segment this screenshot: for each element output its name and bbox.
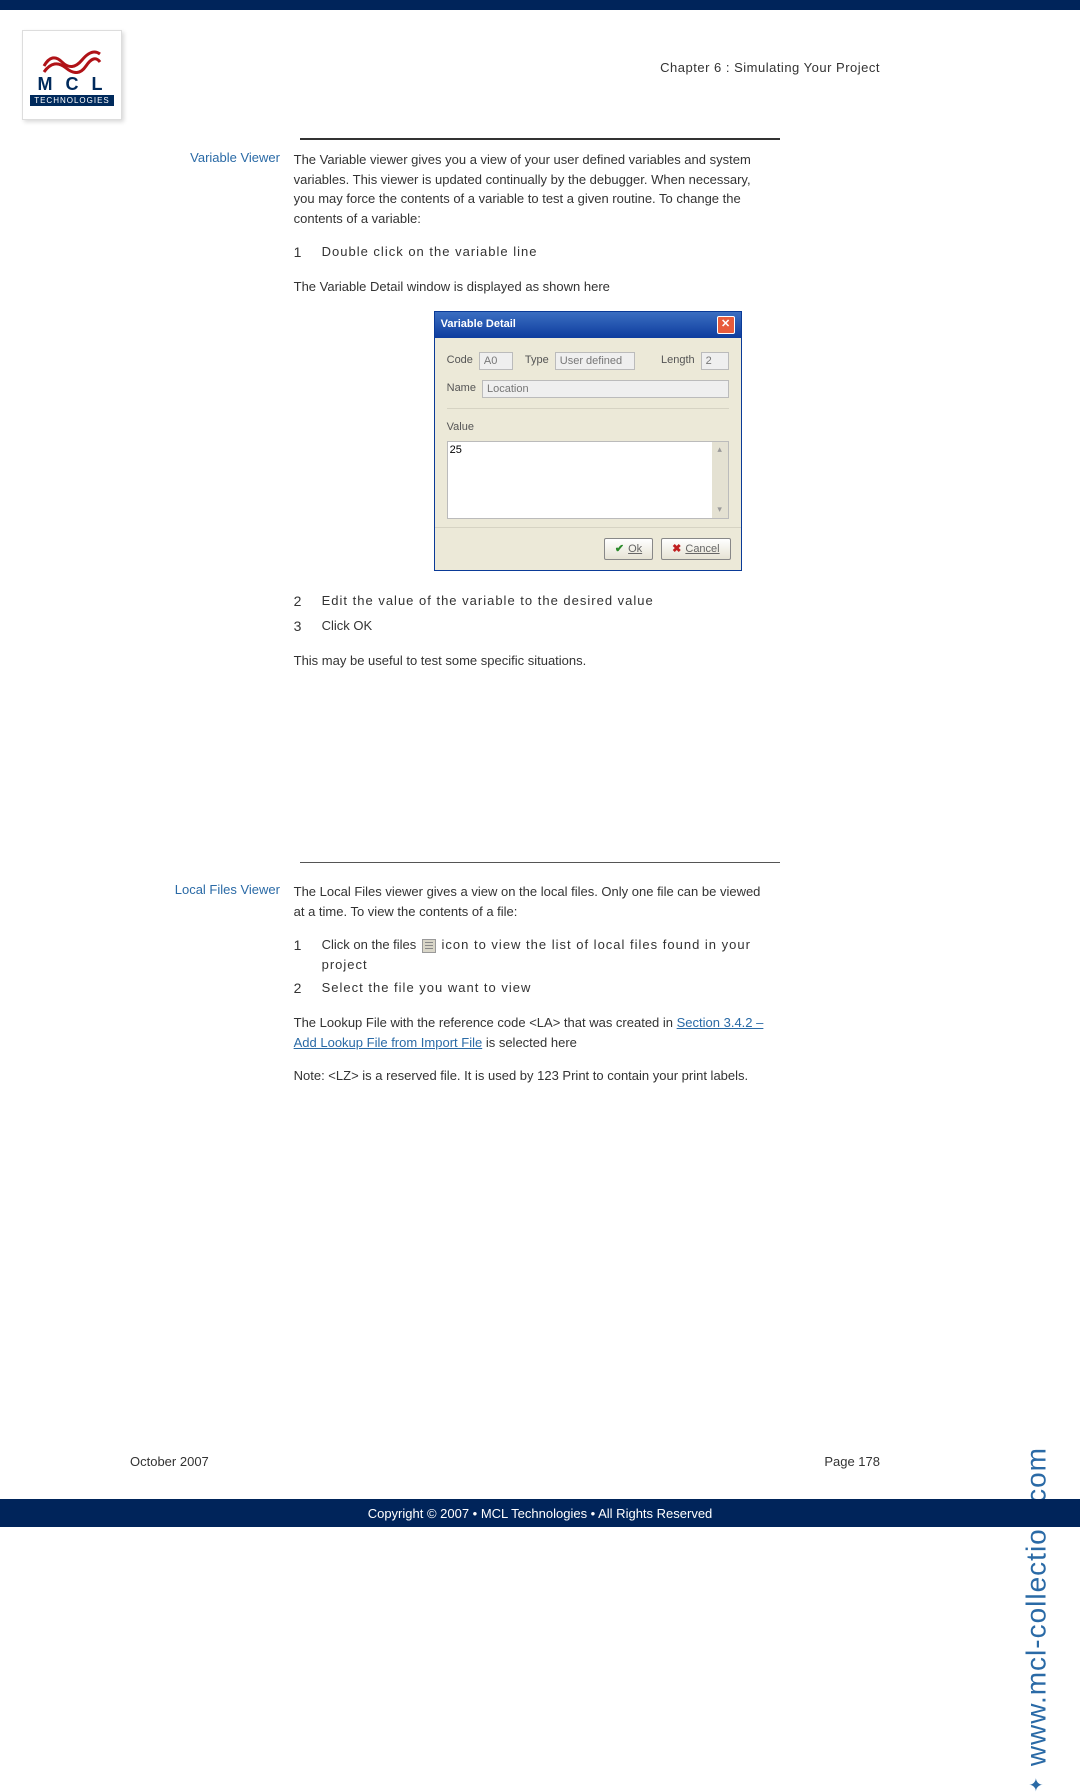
scroll-down-icon[interactable]: ▾ <box>712 502 728 518</box>
lfv-lookup-pre: The Lookup File with the reference code … <box>294 1015 677 1030</box>
dlg-name-input[interactable] <box>482 380 729 398</box>
close-icon[interactable]: ✕ <box>717 316 735 334</box>
dlg-value-textarea[interactable]: 25 <box>448 442 712 512</box>
section-local-files-viewer: Local Files Viewer The Local Files viewe… <box>130 882 780 1100</box>
lfv-step1: Click on the files icon to view the list… <box>322 935 764 974</box>
dlg-code-input[interactable] <box>479 352 513 370</box>
logo-text-main: M C L <box>38 74 107 95</box>
lfv-note: Note: <LZ> is a reserved file. It is use… <box>294 1066 764 1086</box>
lfv-lookup-post: is selected here <box>486 1035 577 1050</box>
footer-date: October 2007 <box>130 1454 209 1469</box>
check-icon: ✔ <box>615 541 624 558</box>
vv-closing: This may be useful to test some specific… <box>294 651 764 671</box>
lfv-step2: Select the file you want to view <box>322 978 764 999</box>
top-bar <box>0 0 1080 10</box>
lfv-intro: The Local Files viewer gives a view on t… <box>294 882 764 921</box>
logo-waves-icon <box>42 44 102 74</box>
scroll-up-icon[interactable]: ▴ <box>712 442 728 458</box>
logo-text-sub: TECHNOLOGIES <box>30 95 114 106</box>
bullet-icon: ✦ <box>1026 1776 1047 1792</box>
dlg-length-input[interactable] <box>701 352 729 370</box>
ok-button-label: Ok <box>628 541 642 558</box>
dlg-type-label: Type <box>525 352 549 369</box>
vv-step3-num: 3 <box>294 616 322 637</box>
dlg-length-label: Length <box>661 352 695 369</box>
x-icon: ✖ <box>672 541 681 558</box>
dlg-code-label: Code <box>447 352 473 369</box>
files-icon[interactable] <box>422 939 436 953</box>
ok-button[interactable]: ✔ Ok <box>604 538 653 561</box>
side-label-variable-viewer: Variable Viewer <box>130 150 290 165</box>
dialog-title: Variable Detail <box>441 316 516 333</box>
vv-displayed: The Variable Detail window is displayed … <box>294 277 764 297</box>
lfv-step2-num: 2 <box>294 978 322 999</box>
footer-page: Page 178 <box>824 1454 880 1469</box>
section-divider <box>300 862 780 863</box>
vv-step2: Edit the value of the variable to the de… <box>322 593 654 608</box>
chapter-header: Chapter 6 : Simulating Your Project <box>660 60 880 75</box>
vv-step1: Double click on the variable line <box>322 242 764 263</box>
vv-step3: Click OK <box>322 616 764 637</box>
cancel-button-label: Cancel <box>685 541 719 558</box>
side-label-local-files: Local Files Viewer <box>130 882 290 897</box>
side-url-text: www.mcl-collection.com <box>1020 1447 1052 1766</box>
lfv-lookup: The Lookup File with the reference code … <box>294 1013 764 1052</box>
header-rule <box>300 138 780 140</box>
dlg-value-label: Value <box>447 421 474 433</box>
section-variable-viewer: Variable Viewer The Variable viewer give… <box>130 150 780 685</box>
vv-step2-num: 2 <box>294 591 322 612</box>
lfv-step1-num: 1 <box>294 935 322 974</box>
vv-step1-num: 1 <box>294 242 322 263</box>
logo: M C L TECHNOLOGIES <box>22 30 122 120</box>
footer: October 2007 Page 178 <box>130 1454 880 1469</box>
dlg-type-input[interactable] <box>555 352 635 370</box>
dlg-name-label: Name <box>447 380 476 397</box>
bottom-bar: Copyright © 2007 • MCL Technologies • Al… <box>0 1499 1080 1527</box>
cancel-button[interactable]: ✖ Cancel <box>661 538 730 561</box>
variable-detail-dialog: Variable Detail ✕ Code Type Length Name <box>434 311 742 572</box>
vv-intro: The Variable viewer gives you a view of … <box>294 150 764 228</box>
lfv-step1-pre: Click on the files <box>322 937 420 952</box>
scrollbar[interactable]: ▴ ▾ <box>712 442 728 518</box>
